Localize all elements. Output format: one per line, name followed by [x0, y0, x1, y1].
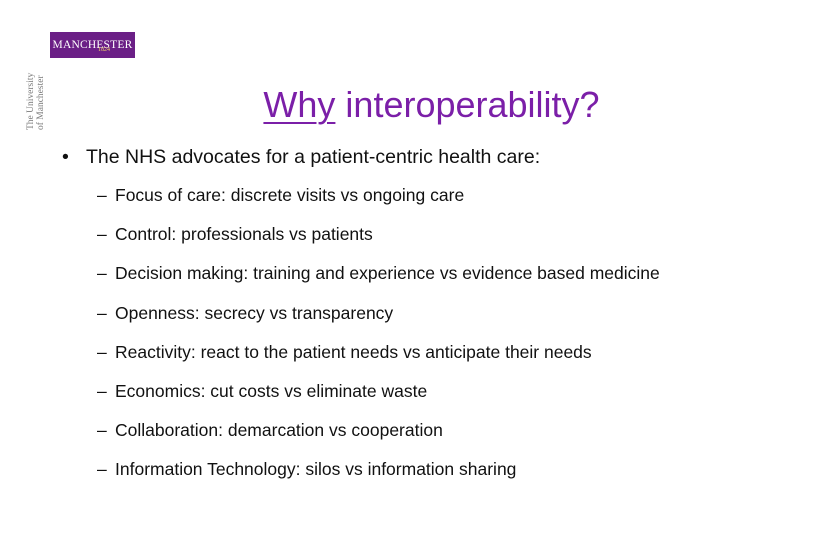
sub-bullet-text: Information Technology: silos vs informa…	[115, 459, 517, 480]
main-bullet: • The NHS advocates for a patient-centric…	[62, 146, 540, 169]
sub-marker: –	[97, 185, 107, 205]
sub-bullet-text: Collaboration: demarcation vs cooperatio…	[115, 420, 443, 441]
slide-title: Why interoperability?	[0, 84, 823, 126]
sub-marker: –	[97, 341, 107, 362]
list-item: – Decision making: training and experienc…	[97, 262, 660, 301]
title-rest: interoperability?	[335, 84, 600, 125]
sub-bullet-list: – Focus of care: discrete visits vs ongoi…	[97, 184, 660, 498]
bullet-marker: •	[62, 146, 69, 168]
sub-bullet-text: Control: professionals vs patients	[115, 224, 373, 245]
list-item: – Reactivity: react to the patient needs …	[97, 341, 660, 380]
list-item: – Collaboration: demarcation vs cooperati…	[97, 419, 660, 458]
sub-bullet-text: Economics: cut costs vs eliminate waste	[115, 380, 428, 401]
slide: MANCHESTER 1824 The University of Manche…	[0, 0, 823, 537]
main-bullet-text: The NHS advocates for a patient-centric …	[86, 146, 541, 168]
list-item: – Control: professionals vs patients	[97, 223, 660, 262]
sub-marker: –	[97, 380, 107, 401]
sub-marker: –	[97, 224, 107, 245]
list-item: – Openness: secrecy vs transparency	[97, 302, 660, 341]
title-link-why[interactable]: Why	[263, 84, 335, 125]
university-logo: MANCHESTER	[50, 32, 135, 58]
sub-marker: –	[97, 263, 107, 284]
logo-wordmark: MANCHESTER	[52, 39, 133, 51]
sub-bullet-text: Reactivity: react to the patient needs v…	[115, 341, 592, 362]
list-item: – Information Technology: silos vs inform…	[97, 458, 660, 497]
sub-bullet-text: Openness: secrecy vs transparency	[115, 302, 394, 323]
sub-marker: –	[97, 459, 107, 480]
sub-marker: –	[97, 302, 107, 323]
list-item: – Economics: cut costs vs eliminate waste	[97, 380, 660, 419]
list-item: – Focus of care: discrete visits vs ongoi…	[97, 184, 660, 223]
sub-bullet-text: Focus of care: discrete visits vs ongoin…	[115, 185, 465, 205]
sub-bullet-text: Decision making: training and experience…	[115, 263, 660, 284]
logo-year: 1824	[98, 47, 110, 53]
sub-marker: –	[97, 420, 107, 441]
